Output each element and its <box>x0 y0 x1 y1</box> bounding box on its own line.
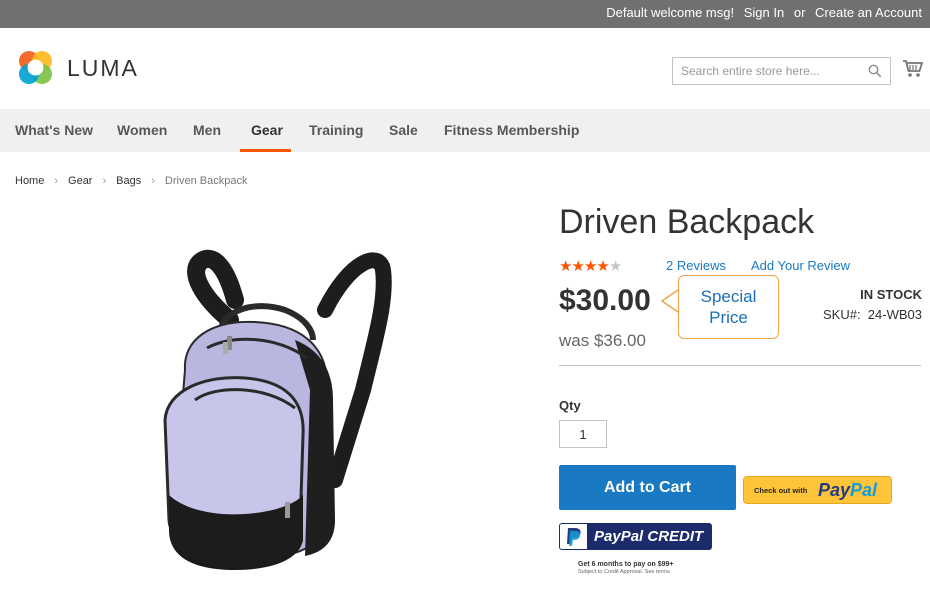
paypal-credit-label: PayPal CREDIT <box>594 528 704 545</box>
product-image[interactable] <box>135 240 405 570</box>
header-links: Default welcome msg! Sign In or Create a… <box>600 5 922 20</box>
or-text: or <box>793 5 806 20</box>
search-icon[interactable] <box>868 64 882 78</box>
add-to-cart-button[interactable]: Add to Cart <box>559 465 736 510</box>
nav-item-training[interactable]: Training <box>309 122 363 138</box>
sku-value: 24-WB03 <box>867 307 922 322</box>
rating-stars: ★★★★★ <box>559 257 622 275</box>
nav-item-fitness-membership[interactable]: Fitness Membership <box>444 122 579 138</box>
breadcrumb: Home › Gear › Bags › Driven Backpack <box>15 175 247 187</box>
qty-label: Qty <box>559 398 581 413</box>
special-price: $30.00 <box>559 284 651 317</box>
paypal-p-icon <box>560 524 587 549</box>
top-bar: Default welcome msg! Sign In or Create a… <box>0 0 930 28</box>
welcome-message: Default welcome msg! <box>606 5 735 20</box>
divider <box>559 365 921 366</box>
paypal-checkout-label: Check out with <box>754 486 808 495</box>
breadcrumb-home[interactable]: Home <box>15 175 44 187</box>
star-icon: ★ <box>571 258 584 275</box>
paypal-pal: Pal <box>850 480 878 500</box>
reviews-link[interactable]: 2 Reviews <box>666 258 726 273</box>
luma-logo-icon <box>19 51 52 84</box>
breadcrumb-bags[interactable]: Bags <box>116 175 141 187</box>
paypal-logo: PayPal <box>818 480 877 501</box>
paypal-credit-button[interactable]: PayPal CREDIT <box>559 523 712 550</box>
star-half-icon: ★ <box>608 258 622 275</box>
logo-text: LUMA <box>67 55 139 81</box>
cart-icon[interactable] <box>902 58 924 80</box>
chevron-right-icon: › <box>102 175 107 187</box>
old-price: was $36.00 <box>559 331 646 350</box>
nav-item-men[interactable]: Men <box>193 122 221 138</box>
search-input[interactable] <box>673 58 863 84</box>
create-account-link[interactable]: Create an Account <box>815 5 922 20</box>
paypal-credit-note: Get 6 months to pay on $99+ <box>578 561 674 568</box>
sku: SKU#: 24-WB03 <box>823 307 922 322</box>
star-icon: ★ <box>596 258 609 275</box>
breadcrumb-current: Driven Backpack <box>164 175 248 187</box>
paypal-checkout-button[interactable]: Check out with PayPal <box>743 476 892 504</box>
nav-active-indicator <box>240 149 291 152</box>
main-nav: What's New Women Men Gear Training Sale … <box>0 109 930 152</box>
nav-item-sale[interactable]: Sale <box>389 122 418 138</box>
nav-item-gear[interactable]: Gear <box>251 122 283 138</box>
star-icon: ★ <box>583 258 597 275</box>
stock-status: IN STOCK <box>860 287 922 302</box>
breadcrumb-gear[interactable]: Gear <box>68 175 92 187</box>
star-icon: ★ <box>559 258 572 275</box>
paypal-pay: Pay <box>818 480 851 500</box>
sku-label: SKU#: <box>822 307 861 322</box>
product-title: Driven Backpack <box>559 203 815 241</box>
nav-item-whats-new[interactable]: What's New <box>15 122 93 138</box>
chevron-right-icon: › <box>151 175 155 187</box>
logo[interactable]: LUMA <box>15 48 145 90</box>
special-price-callout: Special Price <box>678 275 779 339</box>
add-review-link[interactable]: Add Your Review <box>751 258 850 273</box>
nav-item-women[interactable]: Women <box>117 122 167 138</box>
search-box <box>672 57 891 85</box>
sign-in-link[interactable]: Sign In <box>744 5 784 20</box>
chevron-right-icon: › <box>54 175 59 187</box>
paypal-credit-terms[interactable]: Subject to Credit Approval. See terms <box>578 569 670 575</box>
callout-text: Special Price <box>700 287 757 327</box>
qty-input[interactable] <box>559 420 607 448</box>
